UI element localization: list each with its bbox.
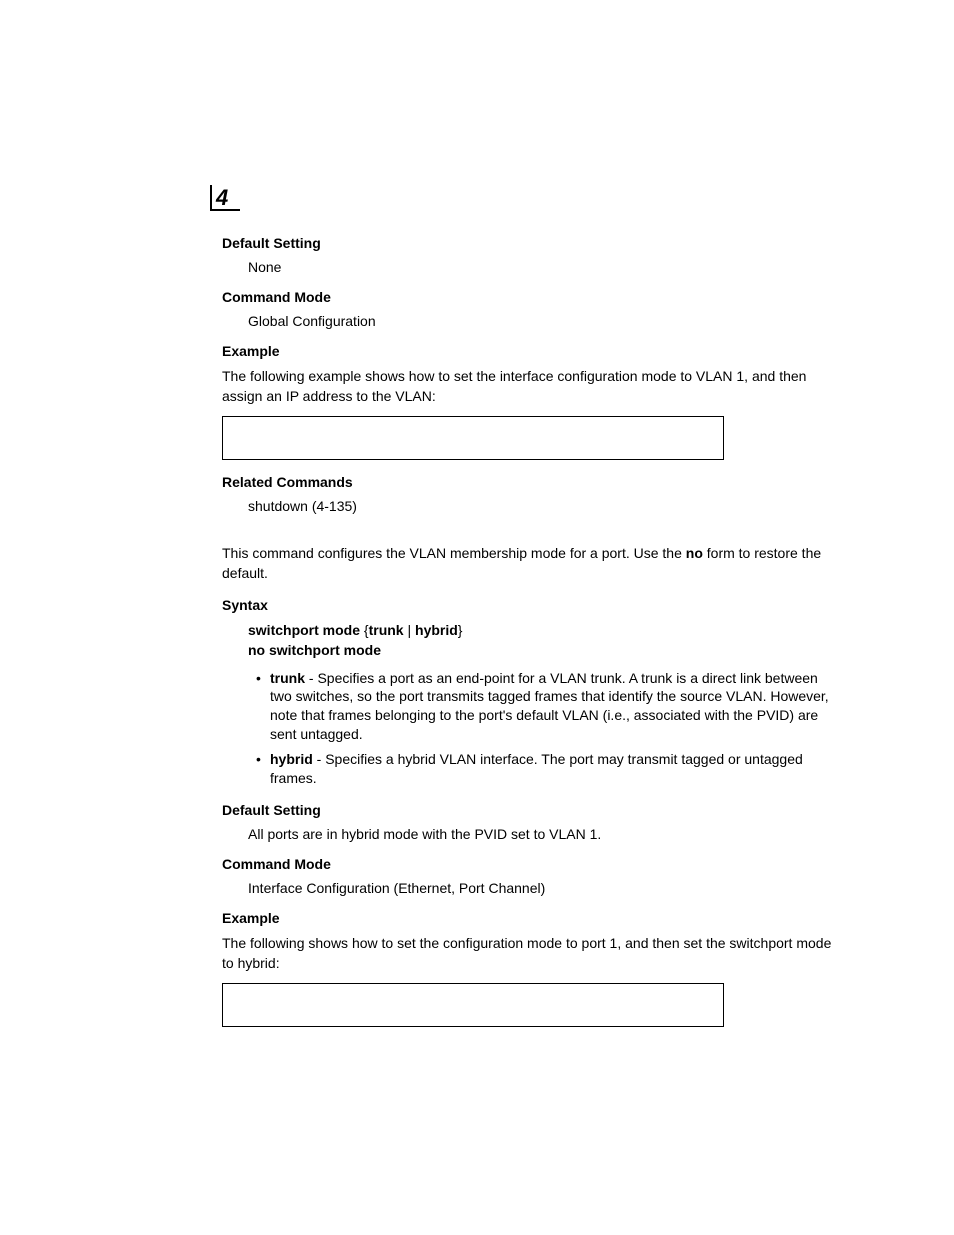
bullet-trunk-term: trunk (270, 670, 305, 686)
text-command-mode-2: Interface Configuration (Ethernet, Port … (248, 880, 834, 896)
heading-default-setting-2: Default Setting (222, 802, 834, 818)
syntax-bullets: trunk - Specifies a port as an end-point… (270, 669, 834, 788)
chapter-number-badge: 4 (210, 185, 240, 215)
syntax-brace-close: } (458, 622, 463, 638)
bullet-hybrid: hybrid - Specifies a hybrid VLAN interfa… (270, 750, 834, 788)
syntax-no-cmd: no switchport mode (248, 642, 381, 658)
syntax-opt2: hybrid (415, 622, 458, 638)
text-command-mode-1: Global Configuration (248, 313, 834, 329)
syntax-pipe: | (404, 622, 415, 638)
syntax-cmd: switchport mode (248, 622, 360, 638)
syntax-brace-open: { (360, 622, 369, 638)
intro2-bold: no (686, 545, 703, 561)
text-example-2: The following shows how to set the confi… (222, 934, 834, 973)
heading-command-mode-2: Command Mode (222, 856, 834, 872)
heading-default-setting-1: Default Setting (222, 235, 834, 251)
text-default-setting-2: All ports are in hybrid mode with the PV… (248, 826, 834, 842)
text-example-1: The following example shows how to set t… (222, 367, 834, 406)
page-content: 4 Default Setting None Command Mode Glob… (0, 0, 954, 1137)
heading-syntax: Syntax (222, 597, 834, 613)
heading-example-2: Example (222, 910, 834, 926)
svg-text:4: 4 (215, 185, 228, 210)
bullet-trunk: trunk - Specifies a port as an end-point… (270, 669, 834, 745)
text-related-commands: shutdown (4-135) (248, 498, 834, 514)
intro2-pre: This command configures the VLAN members… (222, 545, 686, 561)
heading-command-mode-1: Command Mode (222, 289, 834, 305)
heading-example-1: Example (222, 343, 834, 359)
text-intro-2: This command configures the VLAN members… (222, 544, 834, 583)
bullet-hybrid-term: hybrid (270, 751, 313, 767)
bullet-trunk-desc: - Specifies a port as an end-point for a… (270, 670, 829, 743)
bullet-hybrid-desc: - Specifies a hybrid VLAN interface. The… (270, 751, 803, 786)
syntax-line-1: switchport mode {trunk | hybrid} (248, 621, 834, 641)
main-content: Default Setting None Command Mode Global… (210, 235, 834, 1027)
heading-related-commands: Related Commands (222, 474, 834, 490)
text-default-setting-1: None (248, 259, 834, 275)
code-box-1 (222, 416, 724, 460)
code-box-2 (222, 983, 724, 1027)
syntax-opt1: trunk (369, 622, 404, 638)
syntax-line-2: no switchport mode (248, 641, 834, 661)
